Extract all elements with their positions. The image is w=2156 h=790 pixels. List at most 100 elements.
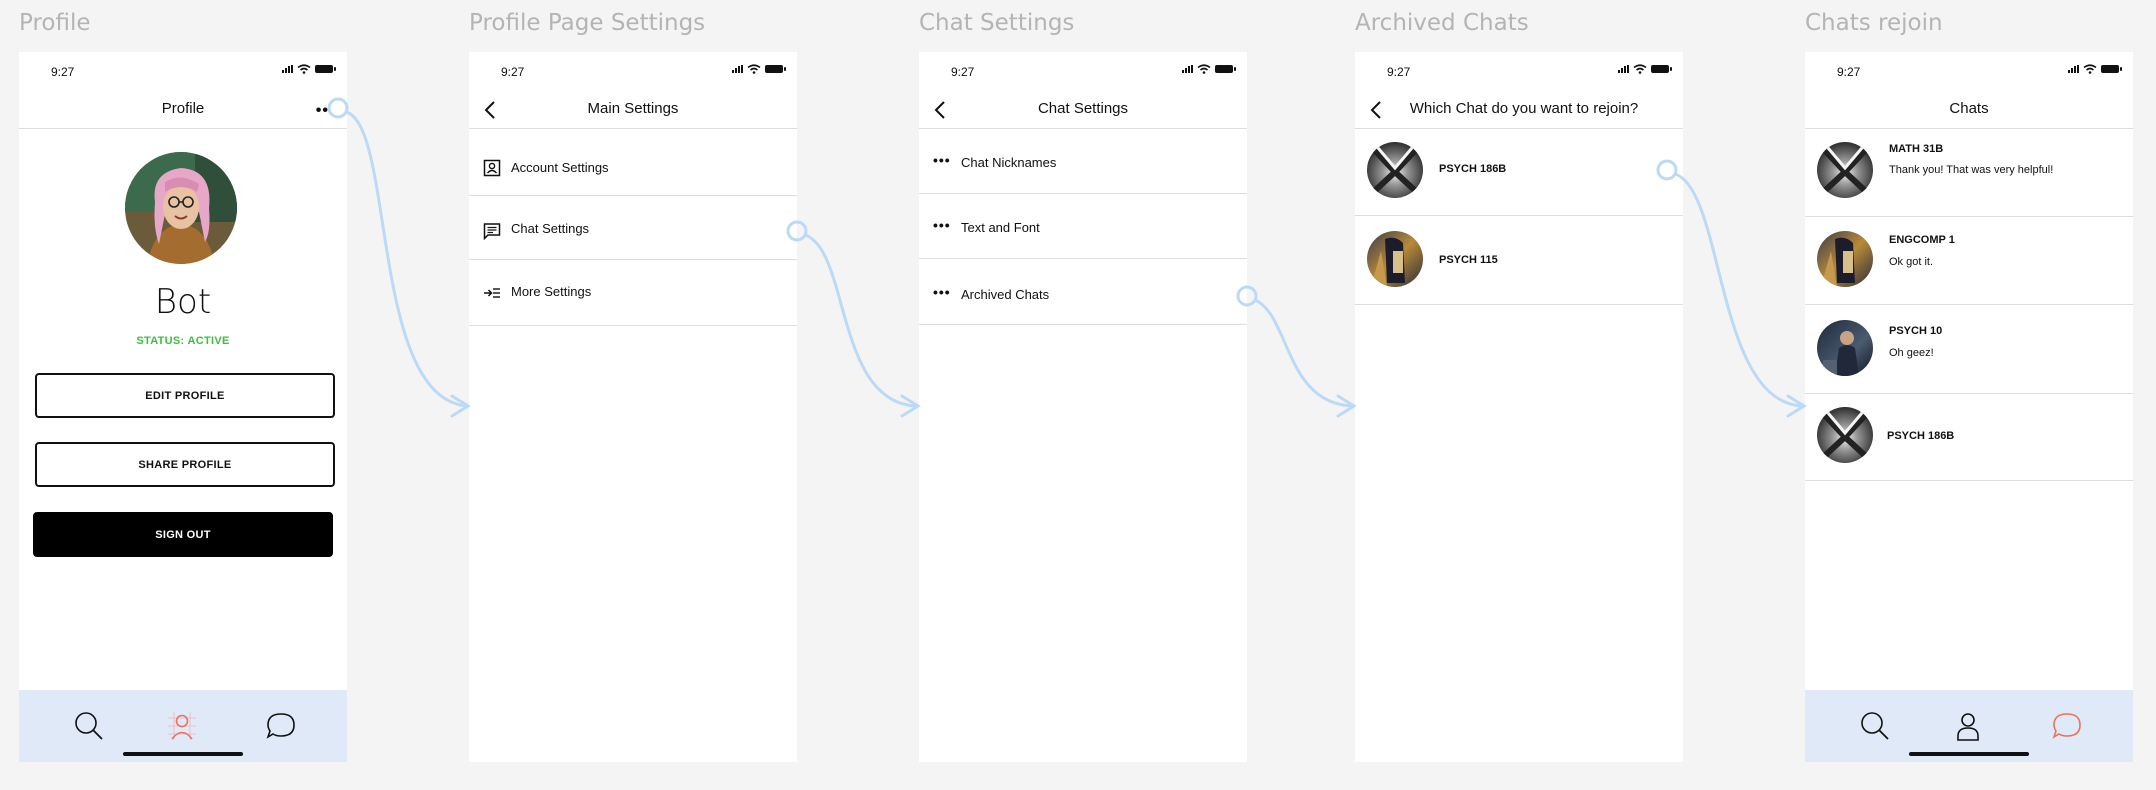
settings-item-more[interactable]: More Settings xyxy=(469,260,797,326)
chat-name: MATH 31B xyxy=(1889,143,1944,155)
status-time: 9:27 xyxy=(1837,65,1861,79)
profile-tab-icon[interactable] xyxy=(1950,708,1986,744)
chat-settings-item-text-font[interactable]: ••• Text and Font xyxy=(919,194,1247,259)
list-item[interactable]: ENGCOMP 1 Ok got it. xyxy=(1805,217,2133,305)
more-options-icon[interactable]: •• xyxy=(316,102,329,120)
signal-icon xyxy=(2068,65,2079,73)
chat-avatar xyxy=(1817,142,1873,198)
settings-item-label: Account Settings xyxy=(511,160,609,175)
avatar xyxy=(125,152,237,264)
wifi-icon xyxy=(747,64,761,74)
signal-icon xyxy=(1182,65,1193,73)
list-item[interactable]: MATH 31B Thank you! That was very helpfu… xyxy=(1805,129,2133,217)
status-bar: 9:27 xyxy=(1805,52,2133,90)
page-title: Main Settings xyxy=(587,100,679,117)
chats-screen: 9:27 Chats MATH 31B Thank you! That was … xyxy=(1805,52,2133,762)
connector-arrow xyxy=(1786,394,1807,418)
account-icon xyxy=(483,159,501,177)
nav-bar: Chat Settings xyxy=(919,90,1247,129)
dots-icon: ••• xyxy=(933,152,951,168)
settings-item-label: Text and Font xyxy=(961,220,1040,235)
chat-avatar xyxy=(1367,142,1423,198)
page-title: Chat Settings xyxy=(1037,100,1129,117)
status-bar: 9:27 xyxy=(1355,52,1683,90)
more-settings-icon xyxy=(484,288,500,298)
chat-settings-item-archived[interactable]: ••• Archived Chats xyxy=(919,259,1247,325)
status-time: 9:27 xyxy=(51,65,75,79)
nav-bar: Which Chat do you want to rejoin? xyxy=(1355,90,1683,129)
frame-title-rejoin: Chats rejoin xyxy=(1805,10,1943,36)
tab-bar xyxy=(1805,690,2133,762)
wifi-icon xyxy=(2083,64,2097,74)
nav-bar: Chats xyxy=(1805,90,2133,129)
chat-name: ENGCOMP 1 xyxy=(1889,234,1955,246)
page-title: Which Chat do you want to rejoin? xyxy=(1409,100,1639,117)
dots-icon: ••• xyxy=(933,284,951,300)
nav-bar: Profile •• xyxy=(19,90,347,129)
connector-path xyxy=(344,110,470,408)
wifi-icon xyxy=(1197,64,1211,74)
profile-name: Bot xyxy=(154,282,212,322)
status-time: 9:27 xyxy=(501,65,525,79)
home-indicator xyxy=(123,752,243,756)
settings-item-label: Chat Settings xyxy=(511,221,590,236)
signal-icon xyxy=(732,65,743,73)
status-time: 9:27 xyxy=(951,65,975,79)
chat-bubble-icon xyxy=(483,223,501,240)
page-title: Profile xyxy=(161,100,205,117)
edit-profile-button[interactable]: EDIT PROFILE xyxy=(35,373,335,418)
list-item[interactable]: PSYCH 186B xyxy=(1805,394,2133,481)
status-bar: 9:27 xyxy=(19,52,347,90)
dots-icon: ••• xyxy=(933,217,951,233)
battery-icon xyxy=(2101,65,2122,73)
search-icon[interactable] xyxy=(1857,708,1893,744)
share-profile-button[interactable]: SHARE PROFILE xyxy=(35,442,335,487)
chat-settings-screen: 9:27 Chat Settings ••• Chat Nicknames ••… xyxy=(919,52,1247,762)
chat-message: Thank you! That was very helpful! xyxy=(1889,164,2054,176)
chat-settings-item-nicknames[interactable]: ••• Chat Nicknames xyxy=(919,129,1247,194)
chat-message: Ok got it. xyxy=(1889,256,1934,268)
chat-avatar xyxy=(1817,407,1873,463)
nav-bar: Main Settings xyxy=(469,90,797,129)
list-item[interactable]: PSYCH 10 Oh geez! xyxy=(1805,305,2133,394)
wifi-icon xyxy=(297,64,311,74)
search-icon[interactable] xyxy=(71,708,107,744)
chat-icon[interactable] xyxy=(2049,708,2085,744)
status-bar: 9:27 xyxy=(469,52,797,90)
status-time: 9:27 xyxy=(1387,65,1411,79)
connector-arrow xyxy=(450,394,471,418)
chat-name: PSYCH 115 xyxy=(1439,254,1498,266)
main-settings-screen: 9:27 Main Settings Account Settings Chat… xyxy=(469,52,797,762)
wifi-icon xyxy=(1633,64,1647,74)
frame-title-profile-settings: Profile Page Settings xyxy=(469,10,706,36)
connector-arrow xyxy=(1336,394,1357,418)
battery-icon xyxy=(1651,65,1672,73)
settings-item-label: Archived Chats xyxy=(961,287,1050,302)
list-item[interactable]: PSYCH 115 xyxy=(1355,216,1683,305)
signal-icon xyxy=(1618,65,1629,73)
status-badge: STATUS: ACTIVE xyxy=(136,335,230,347)
profile-tab-icon[interactable] xyxy=(164,708,200,744)
chat-avatar xyxy=(1817,231,1873,287)
list-item[interactable]: PSYCH 186B xyxy=(1355,129,1683,216)
status-bar: 9:27 xyxy=(919,52,1247,90)
settings-item-chat[interactable]: Chat Settings xyxy=(469,196,797,260)
chat-avatar xyxy=(1367,231,1423,287)
settings-item-account[interactable]: Account Settings xyxy=(469,129,797,196)
connector-arrow xyxy=(900,394,921,418)
frame-title-archived: Archived Chats xyxy=(1355,10,1529,36)
chat-icon[interactable] xyxy=(263,708,299,744)
battery-icon xyxy=(315,65,336,73)
battery-icon xyxy=(765,65,786,73)
home-indicator xyxy=(1909,752,2029,756)
chat-name: PSYCH 186B xyxy=(1439,163,1507,175)
settings-item-label: Chat Nicknames xyxy=(961,155,1057,170)
connector-path xyxy=(1673,172,1806,408)
tab-bar xyxy=(19,690,347,762)
sign-out-button[interactable]: SIGN OUT xyxy=(33,512,333,557)
profile-screen: 9:27 Profile •• Bot STATUS: ACTIVE EDIT … xyxy=(19,52,347,762)
chat-name: PSYCH 10 xyxy=(1889,325,1943,337)
signal-icon xyxy=(282,65,293,73)
page-title: Chats xyxy=(1949,100,1989,117)
archived-chats-screen: 9:27 Which Chat do you want to rejoin? P… xyxy=(1355,52,1683,762)
